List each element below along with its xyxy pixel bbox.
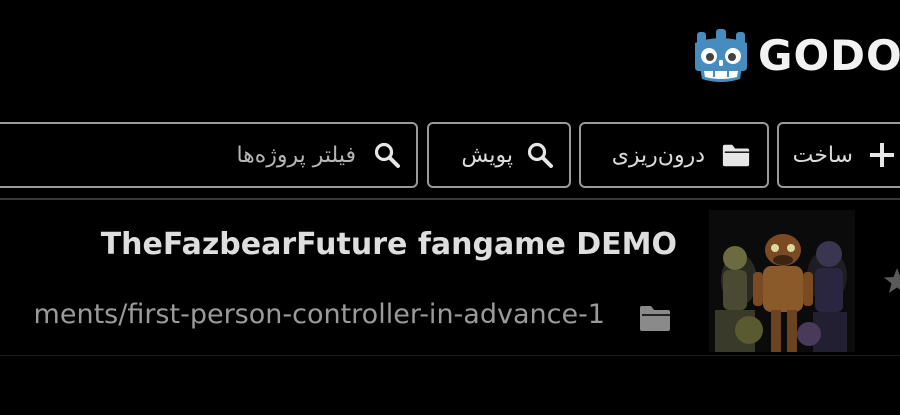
filter-placeholder: فیلتر پروژه‌ها bbox=[236, 142, 356, 168]
create-button[interactable]: ساخت bbox=[777, 122, 900, 188]
logo-text: GODOT bbox=[758, 31, 900, 80]
godot-robot-icon bbox=[695, 29, 747, 82]
search-icon bbox=[372, 140, 402, 170]
import-button[interactable]: درون‌ریزی bbox=[579, 122, 769, 188]
search-icon bbox=[525, 140, 555, 170]
scan-button[interactable]: پویش bbox=[427, 122, 571, 188]
project-path: ments/first-person-controller-in-advance… bbox=[33, 299, 605, 330]
create-label: ساخت bbox=[792, 142, 853, 168]
folder-icon[interactable] bbox=[638, 303, 672, 333]
project-manager: GODOT فیلتر پروژه‌ها پویش درون‌ریزی bbox=[0, 0, 900, 415]
plus-icon bbox=[867, 140, 897, 170]
project-title: TheFazbearFuture fangame DEMO bbox=[100, 227, 677, 262]
import-label: درون‌ریزی bbox=[611, 142, 705, 168]
folder-icon bbox=[721, 140, 751, 170]
filter-projects-input[interactable]: فیلتر پروژه‌ها bbox=[0, 122, 418, 188]
project-thumbnail bbox=[709, 210, 855, 352]
scan-label: پویش bbox=[461, 142, 513, 168]
godot-logo: GODOT bbox=[692, 28, 900, 84]
row-separator bbox=[0, 355, 900, 356]
star-icon[interactable] bbox=[882, 266, 900, 296]
toolbar-divider bbox=[0, 198, 900, 200]
